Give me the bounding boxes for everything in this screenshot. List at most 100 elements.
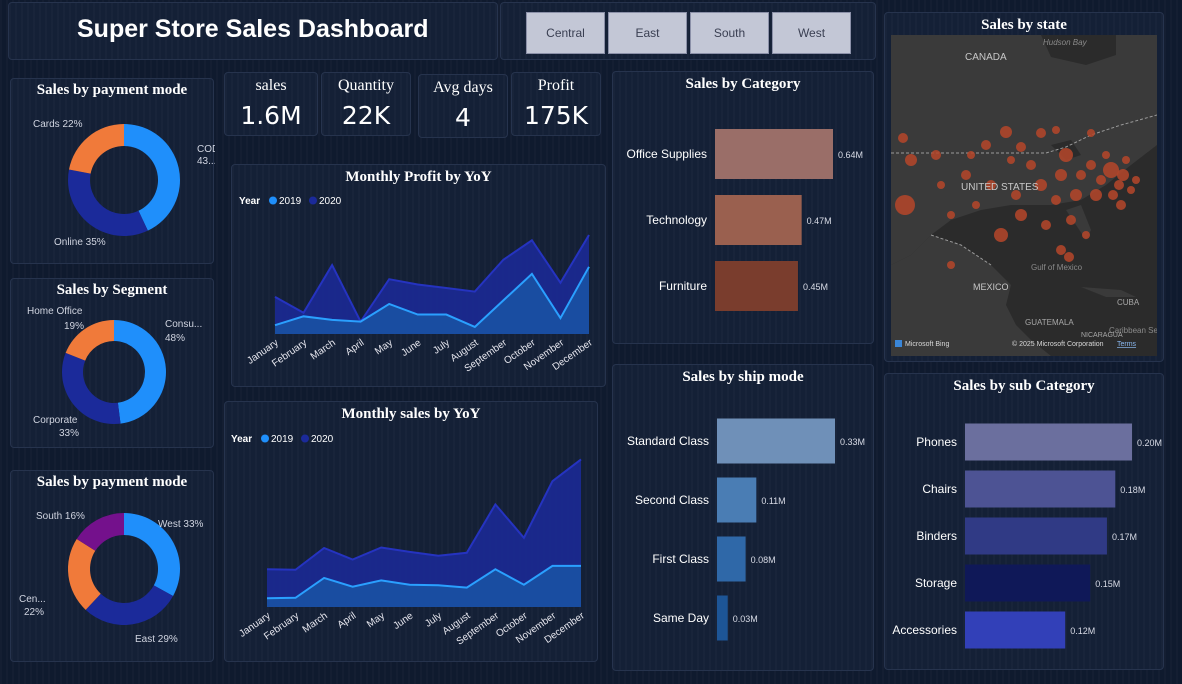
state-sales-bubble[interactable] <box>905 154 917 166</box>
state-sales-bubble[interactable] <box>961 170 971 180</box>
state-sales-bubble[interactable] <box>1007 156 1015 164</box>
monthly-sales-chart[interactable]: Year 2019 2020JanuaryFebruary March April May… <box>225 402 599 663</box>
bar[interactable] <box>715 195 802 245</box>
donut-slice[interactable] <box>85 585 174 625</box>
bar[interactable] <box>965 423 1132 461</box>
value-label: 0.17M <box>1112 532 1137 542</box>
monthly-profit-panel: Monthly Profit by YoY Year 2019 2020 Januar… <box>231 164 606 387</box>
bar[interactable] <box>965 611 1066 649</box>
state-sales-bubble[interactable] <box>1096 175 1106 185</box>
state-sales-bubble[interactable] <box>1052 126 1060 134</box>
state-sales-bubble[interactable] <box>1076 170 1086 180</box>
bar[interactable] <box>717 595 728 641</box>
segment-donut-chart[interactable]: Consu... 48% Corporate 33% Home Office 19% <box>11 279 215 449</box>
payment-mode-panel: Sales by payment mode COD43...Online 35%… <box>10 78 215 265</box>
slicer-south-button[interactable]: South <box>690 12 769 54</box>
sales-map[interactable]: Hudson Bay CANADA UNITED STATES Gulf of … <box>891 35 1157 356</box>
donut-label: West 33% <box>158 519 203 530</box>
state-sales-bubble[interactable] <box>1026 160 1036 170</box>
state-sales-bubble[interactable] <box>895 195 915 215</box>
category-label: Same Day <box>653 611 709 625</box>
legend-label[interactable]: 2020 <box>319 196 342 207</box>
map-terms-link[interactable]: Terms <box>1117 341 1137 348</box>
region-donut-chart[interactable]: West 33% East 29% Cen... 22% South 16% <box>11 471 215 663</box>
category-bar-chart[interactable]: Office Supplies 0.64M Technology 0.47M Furni… <box>613 72 875 345</box>
state-sales-bubble[interactable] <box>1122 156 1130 164</box>
state-sales-bubble[interactable] <box>1108 190 1118 200</box>
bar[interactable] <box>965 470 1116 508</box>
kpi-sales-value: 1.6M <box>240 101 302 130</box>
payment-mode-donut-chart[interactable]: COD43... Online 35% Cards 22% <box>11 79 215 265</box>
donut-label: 48% <box>165 333 185 344</box>
bar[interactable] <box>715 261 798 311</box>
slicer-west-button[interactable]: West <box>772 12 851 54</box>
bar[interactable] <box>717 477 757 523</box>
bar[interactable] <box>965 564 1091 602</box>
kpi-profit-value: 175K <box>523 101 589 130</box>
state-sales-bubble[interactable] <box>931 150 941 160</box>
monthly-profit-chart[interactable]: Year 2019 2020JanuaryFebruary March April May… <box>232 165 607 388</box>
state-sales-bubble[interactable] <box>1000 126 1012 138</box>
state-sales-bubble[interactable] <box>1016 142 1026 152</box>
state-sales-bubble[interactable] <box>1064 252 1074 262</box>
legend-marker[interactable] <box>309 196 317 205</box>
state-sales-bubble[interactable] <box>898 133 908 143</box>
state-sales-bubble[interactable] <box>937 181 945 189</box>
category-label: Phones <box>916 435 957 449</box>
state-sales-bubble[interactable] <box>1132 176 1140 184</box>
state-sales-bubble[interactable] <box>1087 129 1095 137</box>
legend-label[interactable]: 2019 <box>271 434 294 445</box>
bar[interactable] <box>715 129 833 179</box>
bar[interactable] <box>717 418 835 464</box>
category-label: Second Class <box>635 493 709 507</box>
donut-slice[interactable] <box>61 352 121 424</box>
donut-slice[interactable] <box>68 169 148 237</box>
state-sales-bubble[interactable] <box>947 261 955 269</box>
state-sales-bubble[interactable] <box>1051 195 1061 205</box>
value-label: 0.15M <box>1095 579 1120 589</box>
legend-label[interactable]: 2020 <box>311 434 334 445</box>
slicer-east-button[interactable]: East <box>608 12 687 54</box>
state-sales-bubble[interactable] <box>1015 209 1027 221</box>
state-sales-bubble[interactable] <box>1059 148 1073 162</box>
state-sales-bubble[interactable] <box>994 228 1008 242</box>
value-label: 0.12M <box>1070 626 1095 636</box>
donut-label: 43... <box>197 156 215 167</box>
donut-slice[interactable] <box>68 124 124 174</box>
donut-slice[interactable] <box>114 320 167 424</box>
bar[interactable] <box>717 536 746 582</box>
state-sales-bubble[interactable] <box>1114 180 1124 190</box>
state-sales-bubble[interactable] <box>1041 220 1051 230</box>
state-sales-bubble[interactable] <box>1082 231 1090 239</box>
legend-label[interactable]: 2019 <box>279 196 302 207</box>
legend-marker[interactable] <box>301 434 309 443</box>
state-sales-bubble[interactable] <box>972 201 980 209</box>
state-sales-bubble[interactable] <box>1070 189 1082 201</box>
state-sales-bubble[interactable] <box>1055 169 1067 181</box>
legend-marker[interactable] <box>269 196 277 205</box>
state-sales-bubble[interactable] <box>947 211 955 219</box>
kpi-profit-card: Profit 175K <box>511 72 601 136</box>
category-label: Binders <box>916 529 957 543</box>
bar[interactable] <box>965 517 1107 555</box>
state-sales-bubble[interactable] <box>1103 162 1119 178</box>
shipmode-bar-chart[interactable]: Standard Class 0.33M Second Class 0.11M Firs… <box>613 365 875 672</box>
state-sales-bubble[interactable] <box>1117 169 1129 181</box>
state-sales-bubble[interactable] <box>1066 215 1076 225</box>
category-label: Storage <box>915 576 957 590</box>
subcategory-bar-chart[interactable]: Phones 0.20M Chairs 0.18M Binders 0.17M Storag… <box>885 374 1165 671</box>
state-sales-bubble[interactable] <box>1127 186 1135 194</box>
state-sales-bubble[interactable] <box>967 151 975 159</box>
legend-marker[interactable] <box>261 434 269 443</box>
state-sales-bubble[interactable] <box>1116 200 1126 210</box>
slicer-central-button[interactable]: Central <box>526 12 605 54</box>
state-sales-bubble[interactable] <box>981 140 991 150</box>
map-label-guatemala: GUATEMALA <box>1025 318 1074 327</box>
state-sales-bubble[interactable] <box>1086 160 1096 170</box>
kpi-avg-days-card: Avg days 4 <box>418 74 508 138</box>
state-sales-bubble[interactable] <box>1056 245 1066 255</box>
state-sales-bubble[interactable] <box>1090 189 1102 201</box>
state-sales-bubble[interactable] <box>1036 128 1046 138</box>
state-sales-bubble[interactable] <box>1102 151 1110 159</box>
donut-label: Cards 22% <box>33 119 83 130</box>
